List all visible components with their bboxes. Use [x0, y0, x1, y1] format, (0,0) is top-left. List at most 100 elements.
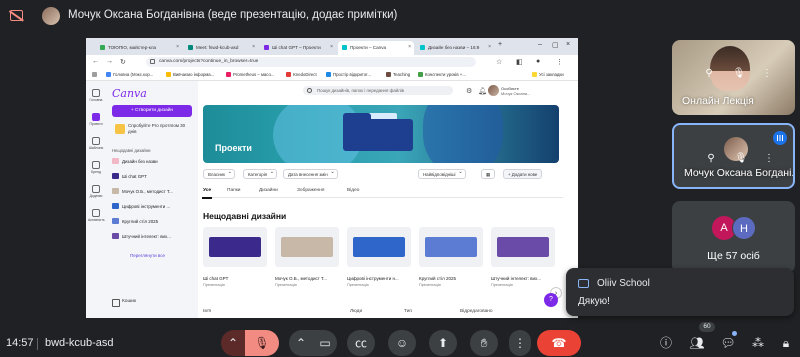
browser-tab-active[interactable]: Проекти – Canva ×	[338, 41, 414, 55]
close-icon[interactable]: ×	[176, 44, 179, 50]
extensions-icon[interactable]: ◧	[516, 58, 523, 66]
tab-designs[interactable]: Дизайни	[259, 188, 278, 193]
browser-tab[interactable]: ТОЮПІО, майстер-кла ×	[96, 41, 182, 55]
pro-trial-promo[interactable]: Спробуйте Pro протягом 30 днів	[112, 121, 192, 141]
raise-hand-button[interactable]: ✋︎	[470, 330, 498, 356]
url-bar[interactable]: canva.com/projects?continue_in_browser=t…	[146, 57, 476, 67]
browser-tab[interactable]: Meet: fswd-kcub-asd ×	[184, 41, 258, 55]
column-edited[interactable]: Відредаговано	[460, 309, 493, 314]
microphone-toggle-button[interactable]: 🎙︎	[245, 330, 279, 356]
bookmark-item[interactable]: Головна (Мэкс.кор...	[106, 72, 153, 77]
camera-toggle-button[interactable]: ▭	[313, 330, 337, 356]
rail-home[interactable]: Головна	[88, 89, 104, 102]
new-tab-icon[interactable]: +	[498, 41, 502, 48]
owner-filter[interactable]: Власник	[203, 169, 235, 179]
more-participants-tile[interactable]: А Н Ще 57 осіб	[672, 201, 795, 273]
close-icon[interactable]: ×	[330, 44, 333, 50]
bookmark-item[interactable]: KnedoDirect	[286, 72, 317, 77]
add-new-button[interactable]: + Додати нове	[503, 169, 543, 179]
rail-apps[interactable]: Додатки	[88, 185, 104, 198]
search-input[interactable]: Пошук дизайнів, папок і передання файлів	[303, 86, 453, 95]
rail-activity[interactable]: Активність	[88, 209, 105, 222]
reactions-button[interactable]: ☺	[388, 330, 416, 356]
rail-brand[interactable]: Бренд	[88, 161, 104, 174]
site-info-icon[interactable]	[150, 59, 155, 64]
participant-tile[interactable]: ⚲ 🎙︎ ⋮ Онлайн Лекція	[672, 40, 795, 115]
minimize-icon[interactable]: –	[538, 41, 542, 48]
chat-notification[interactable]: Oliiv School Дякую!	[566, 268, 794, 316]
close-icon[interactable]: ×	[488, 44, 491, 50]
sidebar-recent-item[interactable]: Мочук О.Б., методист Т...	[112, 188, 173, 194]
meeting-info-icon[interactable]: ⓘ	[657, 334, 675, 352]
bookmark-item[interactable]: Конспекти уроків +...	[418, 72, 466, 77]
sidebar-recent-item[interactable]: Круглий стіл 2025	[112, 218, 158, 224]
more-options-icon[interactable]: ⋮	[760, 68, 774, 82]
tab-images[interactable]: Зображення	[297, 188, 324, 193]
trash-link[interactable]: Кошик	[112, 299, 136, 307]
leave-call-button[interactable]: ☎	[537, 330, 581, 356]
sidebar-recent-item[interactable]: Штучний інтелект: вих...	[112, 233, 171, 239]
video-options-button[interactable]: ⌃	[289, 330, 313, 356]
people-icon[interactable]: 👥︎	[688, 334, 706, 352]
present-button[interactable]: ⬆	[429, 330, 457, 356]
account-switcher[interactable]: Особисте Мочук Оксана...	[488, 85, 548, 97]
present-off-icon[interactable]	[10, 10, 23, 21]
avatar: Н	[732, 216, 756, 240]
maximize-icon[interactable]: ▢	[552, 41, 559, 49]
grid-view-icon[interactable]: ▦	[481, 169, 496, 179]
rail-templates[interactable]: Шаблони	[88, 137, 104, 150]
close-icon[interactable]: ×	[408, 44, 411, 50]
forward-icon[interactable]: →	[106, 58, 113, 65]
browser-menu-icon[interactable]: ⋮	[556, 58, 563, 66]
sidebar-recent-item[interactable]: Дизайн без назви	[112, 158, 158, 164]
captions-button[interactable]: ㏄	[347, 330, 375, 356]
browser-tab[interactable]: Дизайн без назви – 16:9 ×	[416, 41, 494, 55]
pin-icon[interactable]: ⚲	[702, 68, 716, 82]
audio-options-button[interactable]: ⌃	[221, 330, 245, 356]
bookmark-item[interactable]: Teaching	[386, 72, 410, 77]
window-close-icon[interactable]: ×	[566, 41, 570, 48]
host-controls-icon[interactable]: 🔒︎	[777, 334, 795, 352]
bookmark-star-icon[interactable]: ☆	[496, 58, 502, 66]
column-name[interactable]: Ім'я	[203, 309, 211, 314]
more-options-icon[interactable]: ⋮	[762, 153, 776, 167]
design-card[interactable]: Штучний інтелект: вих... Презентація	[491, 227, 555, 287]
tab-all[interactable]: Усе	[201, 188, 213, 199]
bookmark-item[interactable]: Вивчаємо інформа...	[166, 72, 214, 77]
chat-icon[interactable]: 💬︎	[719, 334, 737, 352]
pin-icon[interactable]: ⚲	[704, 153, 718, 167]
bookmark-item[interactable]: Усі закладки	[532, 72, 564, 77]
reload-icon[interactable]: ↻	[120, 58, 126, 66]
more-options-button[interactable]: ⋮	[509, 330, 531, 356]
show-all-link[interactable]: Переглянути все	[130, 253, 165, 258]
browser-tab[interactable]: Ші chat GPT – Проекти ×	[260, 41, 336, 55]
mic-icon[interactable]: 🎙︎	[734, 153, 748, 167]
rail-projects[interactable]: Проекти	[88, 113, 104, 126]
tab-videos[interactable]: Відео	[347, 188, 359, 193]
design-card[interactable]: Мочук О.Б., методист Т... Презентація	[275, 227, 339, 287]
profile-icon[interactable]: ●	[536, 58, 540, 65]
date-modified-filter[interactable]: Дата внесення змін	[283, 169, 338, 179]
design-card[interactable]: Ші chat GPT Презентація	[203, 227, 267, 287]
settings-icon[interactable]: ⚙	[466, 87, 472, 95]
column-type: Тип	[404, 309, 412, 314]
sidebar-recent-item[interactable]: Ші chat GPT	[112, 173, 147, 179]
avatar	[488, 85, 499, 96]
back-icon[interactable]: ←	[92, 58, 99, 65]
design-card[interactable]: Цифрові інструменти н... Презентація	[347, 227, 411, 287]
canva-logo[interactable]: Canva	[112, 87, 147, 100]
create-design-button[interactable]: + Створити дизайн	[112, 105, 192, 117]
participant-tile-active[interactable]: ⚲ 🎙︎ ⋮ Мочук Оксана Богдані...	[672, 123, 795, 189]
bookmark-item[interactable]: Prometheus – масо...	[226, 72, 274, 77]
category-filter[interactable]: Категорія	[243, 169, 278, 179]
sort-dropdown[interactable]: Найвідповідніші	[418, 169, 466, 179]
sidebar-recent-item[interactable]: Цифрові інструменти ...	[112, 203, 170, 209]
close-icon[interactable]: ×	[252, 44, 255, 50]
presenter-label: Мочук Оксана Богданівна (веде презентаці…	[68, 9, 398, 21]
tab-folders[interactable]: Папки	[227, 188, 241, 193]
activities-icon[interactable]: ⁂	[749, 334, 767, 352]
design-card[interactable]: Круглий стіл 2025 Презентація	[419, 227, 483, 287]
bookmark-item[interactable]: Простір відкритої...	[326, 72, 371, 77]
help-icon[interactable]: ?	[544, 293, 558, 307]
notifications-icon[interactable]: 🔔︎	[478, 87, 487, 95]
